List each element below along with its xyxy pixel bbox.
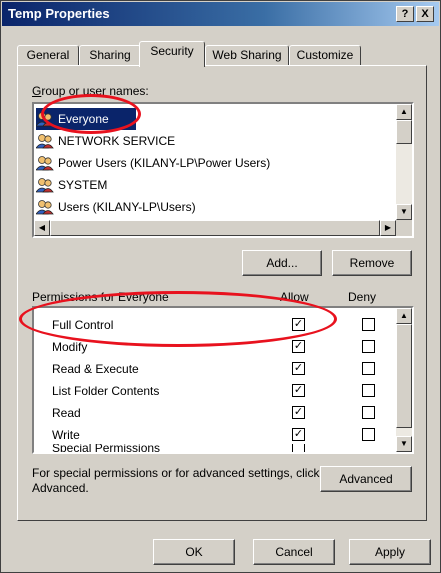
- deny-checkbox[interactable]: [362, 362, 375, 375]
- add-button[interactable]: Add...: [242, 250, 322, 276]
- list-item-network-service[interactable]: NETWORK SERVICE: [36, 130, 175, 152]
- list-item-label: Power Users (KILANY-LP\Power Users): [58, 156, 271, 170]
- deny-checkbox[interactable]: [362, 428, 375, 441]
- scroll-down-icon[interactable]: ▼: [396, 204, 412, 220]
- tab-web-sharing[interactable]: Web Sharing: [205, 45, 289, 66]
- permission-row-full-control: Full Control ✓: [36, 314, 375, 336]
- tab-general[interactable]: General: [17, 45, 79, 66]
- permission-name: Special Permissions: [52, 444, 161, 454]
- allow-checkbox[interactable]: ✓: [292, 384, 305, 397]
- permission-name: Read & Execute: [52, 362, 139, 376]
- permission-row-read: Read ✓: [36, 402, 375, 424]
- window-title: Temp Properties: [8, 6, 110, 21]
- scroll-up-icon[interactable]: ▲: [396, 104, 412, 120]
- apply-button[interactable]: Apply: [349, 539, 431, 565]
- help-button[interactable]: ?: [396, 6, 414, 22]
- scroll-right-icon[interactable]: ▶: [380, 220, 396, 236]
- permission-name: List Folder Contents: [52, 384, 160, 398]
- close-button[interactable]: X: [416, 6, 434, 22]
- deny-checkbox[interactable]: [362, 384, 375, 397]
- remove-button-label: Remove: [349, 256, 395, 270]
- users-icon: [36, 177, 54, 193]
- users-icon: [36, 111, 54, 127]
- scroll-down-icon[interactable]: ▼: [396, 436, 412, 452]
- advanced-button-label: Advanced: [339, 472, 393, 486]
- advanced-note: For special permissions or for advanced …: [32, 466, 320, 495]
- group-list-vertical-scrollbar[interactable]: ▲ ▼: [396, 104, 412, 220]
- apply-button-label: Apply: [374, 545, 406, 559]
- scroll-up-icon[interactable]: ▲: [396, 308, 412, 324]
- permission-name: Write: [52, 428, 80, 442]
- deny-checkbox[interactable]: [362, 340, 375, 353]
- allow-checkbox[interactable]: ✓: [292, 362, 305, 375]
- scroll-thumb[interactable]: [50, 220, 380, 236]
- advanced-button[interactable]: Advanced: [320, 466, 412, 492]
- permissions-vertical-scrollbar[interactable]: ▲ ▼: [396, 308, 412, 452]
- allow-header: Allow: [280, 290, 309, 304]
- scroll-thumb[interactable]: [396, 120, 412, 144]
- users-icon: [36, 155, 54, 171]
- title-bar[interactable]: Temp Properties ? X: [2, 2, 439, 26]
- list-item-users[interactable]: Users (KILANY-LP\Users): [36, 196, 196, 218]
- list-item-everyone[interactable]: Everyone: [36, 108, 136, 130]
- group-label-rest: roup or user names:: [41, 84, 149, 98]
- deny-header: Deny: [348, 290, 377, 304]
- users-icon: [36, 199, 54, 215]
- list-item-system[interactable]: SYSTEM: [36, 174, 107, 196]
- list-item-power-users[interactable]: Power Users (KILANY-LP\Power Users): [36, 152, 270, 174]
- permissions-label: Permissions for Everyone: [32, 290, 169, 304]
- group-list-horizontal-scrollbar[interactable]: ◀ ▶: [34, 220, 396, 236]
- list-item-label: Users (KILANY-LP\Users): [58, 200, 196, 214]
- permission-row-list-folder-contents: List Folder Contents ✓: [36, 380, 375, 402]
- ok-button-label: OK: [185, 545, 203, 559]
- permission-row-read-execute: Read & Execute ✓: [36, 358, 375, 380]
- tab-security[interactable]: Security: [139, 41, 205, 67]
- ok-button[interactable]: OK: [153, 539, 235, 565]
- allow-checkbox[interactable]: ✓: [292, 406, 305, 419]
- users-icon: [36, 133, 54, 149]
- tab-sharing[interactable]: Sharing: [79, 45, 141, 66]
- security-tab-panel: Group or user names: Everyone NETWORK SE…: [17, 65, 427, 521]
- add-button-label: Add...: [266, 256, 298, 270]
- deny-checkbox[interactable]: [362, 318, 375, 331]
- permission-row-modify: Modify ✓: [36, 336, 375, 358]
- permission-row-write: Write ✓: [36, 424, 375, 446]
- scroll-corner: [396, 220, 412, 236]
- scroll-left-icon[interactable]: ◀: [34, 220, 50, 236]
- permission-name: Read: [52, 406, 81, 420]
- cancel-button-label: Cancel: [275, 545, 313, 559]
- allow-checkbox[interactable]: ✓: [292, 318, 305, 331]
- permission-row-special-permissions: Special Permissions: [36, 444, 336, 454]
- permission-name: Full Control: [52, 318, 114, 332]
- remove-button[interactable]: Remove: [332, 250, 412, 276]
- list-item-label: NETWORK SERVICE: [58, 134, 176, 148]
- cancel-button[interactable]: Cancel: [253, 539, 335, 565]
- group-user-list[interactable]: Everyone NETWORK SERVICE Power Users (KI…: [32, 102, 414, 238]
- allow-checkbox[interactable]: ✓: [292, 428, 305, 441]
- properties-dialog: Temp Properties ? X General Sharing Secu…: [0, 0, 441, 573]
- list-item-label: Everyone: [58, 112, 109, 126]
- group-label: Group or user names:: [32, 84, 149, 98]
- list-item-label: SYSTEM: [58, 178, 108, 192]
- permissions-list[interactable]: Full Control ✓ Modify ✓ Read & Execute ✓…: [32, 306, 414, 454]
- allow-checkbox[interactable]: ✓: [292, 340, 305, 353]
- scroll-thumb[interactable]: [396, 324, 412, 428]
- deny-checkbox[interactable]: [362, 406, 375, 419]
- allow-checkbox[interactable]: [292, 444, 305, 452]
- tab-customize[interactable]: Customize: [289, 45, 361, 66]
- permission-name: Modify: [52, 340, 88, 354]
- group-label-mnemonic: G: [32, 84, 42, 98]
